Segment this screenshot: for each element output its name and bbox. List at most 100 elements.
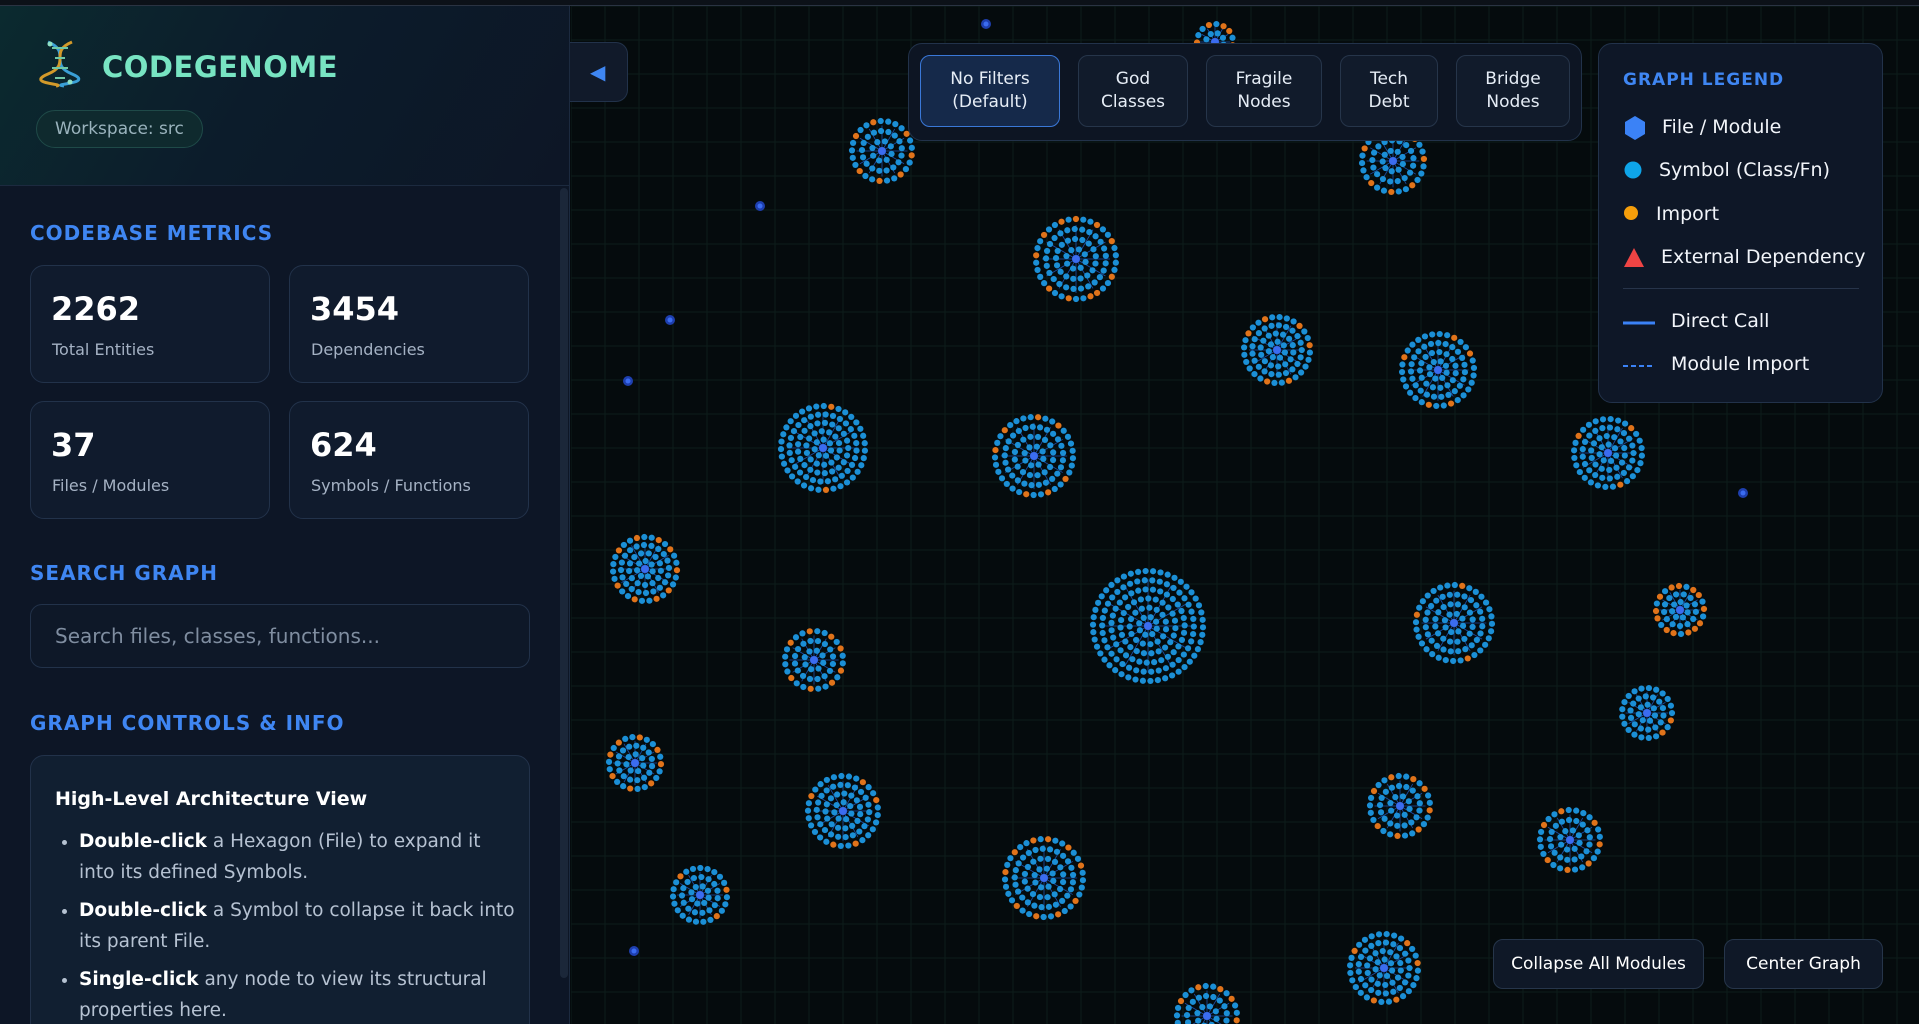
symbol-node [1186, 658, 1193, 665]
symbol-node [1141, 577, 1148, 584]
symbol-node [860, 455, 867, 462]
sidebar-toggle-button[interactable]: ◀ [570, 42, 628, 102]
symbol-node [864, 133, 871, 140]
symbol-node [1108, 627, 1115, 634]
symbol-node [1046, 240, 1054, 248]
symbol-node [1008, 897, 1016, 904]
symbol-node [1282, 323, 1290, 331]
symbol-node [821, 419, 829, 426]
symbol-node [1406, 964, 1413, 972]
symbol-node [664, 557, 671, 564]
symbol-node [1009, 485, 1016, 492]
symbol-node [1387, 949, 1394, 956]
symbol-node [697, 864, 704, 872]
symbol-node [1261, 325, 1268, 332]
symbol-node [997, 433, 1004, 440]
symbol-node [1405, 972, 1412, 979]
symbol-node [1093, 643, 1101, 650]
symbol-node [1104, 600, 1112, 607]
symbol-node [1125, 603, 1132, 611]
symbol-node [1032, 846, 1039, 854]
symbol-node [1013, 418, 1020, 425]
symbol-node [1416, 604, 1423, 611]
workspace-badge[interactable]: Workspace: src [36, 110, 203, 148]
symbol-node [1381, 956, 1388, 963]
symbol-node [1097, 238, 1104, 245]
import-node [1055, 422, 1062, 429]
import-node [1033, 252, 1040, 259]
filter-bridge-nodes-button[interactable]: Bridge Nodes [1456, 55, 1570, 127]
symbol-node [1298, 346, 1305, 354]
symbol-node [1626, 435, 1633, 442]
symbol-node [1037, 273, 1044, 280]
filter-no-filters-button[interactable]: No Filters (Default) [920, 55, 1060, 127]
symbol-node [1223, 1017, 1230, 1024]
symbol-node [1037, 491, 1045, 498]
symbol-node [1461, 635, 1468, 643]
symbol-node [877, 127, 885, 135]
symbol-node [1594, 482, 1601, 489]
symbol-node [1064, 237, 1072, 244]
symbol-node [1571, 856, 1578, 863]
search-input[interactable] [30, 604, 530, 668]
symbol-node [1427, 340, 1435, 348]
symbol-node [817, 781, 824, 788]
symbol-node [645, 550, 652, 557]
filter-god-classes-button[interactable]: God Classes [1078, 55, 1188, 127]
symbol-node [661, 579, 669, 586]
symbol-node [1581, 438, 1589, 445]
import-node [1002, 868, 1009, 876]
filter-bar: No Filters (Default) God Classes Fragile… [908, 43, 1582, 141]
symbol-node [1036, 424, 1044, 431]
symbol-node [1180, 629, 1188, 636]
symbol-node [1552, 822, 1559, 829]
symbol-node [1139, 677, 1147, 684]
symbol-node [1637, 704, 1644, 711]
symbol-node [869, 826, 876, 833]
symbol-node [1602, 483, 1609, 490]
symbol-node [1304, 334, 1311, 342]
symbol-node [1283, 315, 1290, 322]
symbol-node [1418, 360, 1425, 367]
symbol-node [1077, 264, 1084, 271]
dna-logo-icon [39, 40, 81, 88]
symbol-node [836, 415, 843, 423]
symbol-node [1114, 577, 1121, 584]
symbol-node [898, 145, 905, 152]
symbol-node [1348, 954, 1355, 961]
symbol-node [1538, 828, 1545, 836]
import-node [1072, 897, 1079, 905]
symbol-node [1064, 892, 1071, 899]
symbol-node [1157, 569, 1164, 576]
import-node [1001, 427, 1008, 434]
symbol-node [1113, 641, 1120, 648]
symbol-node [1413, 626, 1420, 633]
symbol-node [814, 628, 821, 635]
symbol-node [1269, 354, 1276, 361]
center-graph-button[interactable]: Center Graph [1724, 939, 1883, 989]
filter-tech-debt-button[interactable]: Tech Debt [1340, 55, 1438, 127]
symbol-node [1564, 856, 1571, 863]
symbol-node [1625, 692, 1632, 700]
symbol-node [1081, 251, 1088, 258]
sidebar-scrollbar[interactable] [560, 188, 568, 978]
symbol-node [1050, 877, 1057, 884]
symbol-node [814, 420, 821, 427]
symbol-node [1652, 724, 1659, 731]
symbol-node [640, 744, 647, 751]
symbol-node [1605, 441, 1612, 448]
symbol-node [1075, 246, 1083, 253]
metric-label: Files / Modules [52, 476, 170, 495]
symbol-node [1479, 615, 1486, 622]
symbol-node [1482, 641, 1489, 648]
symbol-node [671, 552, 678, 559]
symbol-node [1407, 389, 1414, 396]
symbol-node [1446, 591, 1453, 598]
import-node [1394, 832, 1401, 839]
symbol-node [807, 413, 814, 420]
filter-fragile-nodes-button[interactable]: Fragile Nodes [1206, 55, 1322, 127]
collapse-all-modules-button[interactable]: Collapse All Modules [1493, 939, 1704, 989]
symbol-node [1054, 436, 1062, 443]
symbol-node [1663, 616, 1670, 623]
symbol-node [1011, 456, 1018, 463]
